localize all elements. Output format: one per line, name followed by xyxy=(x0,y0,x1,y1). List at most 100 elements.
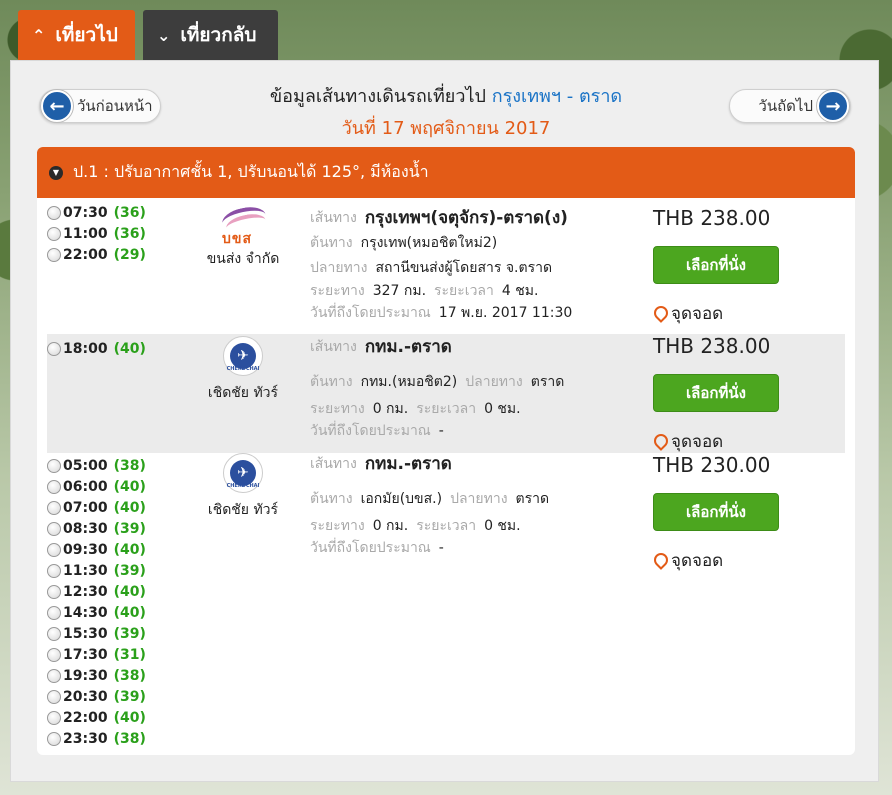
radio-button[interactable] xyxy=(47,247,61,262)
seats-available: (40) xyxy=(113,541,146,558)
seats-available: (38) xyxy=(113,457,146,474)
cherdchai-logo: ✈ CHERDCHAI xyxy=(223,336,263,376)
departure-time: 12:30 xyxy=(63,583,108,600)
radio-button[interactable] xyxy=(47,563,61,578)
destination-label: ปลายทาง xyxy=(310,259,368,276)
arrival-value: - xyxy=(438,423,444,439)
departure-option[interactable]: 22:00 (29) xyxy=(47,244,146,265)
trip-details: เส้นทาง กรุงเทพฯ(จตุจักร)-ตราด(ง) ต้นทาง ก… xyxy=(310,205,580,324)
destination-label: ปลายทาง xyxy=(465,373,523,390)
stop-points-link[interactable]: จุดจอด xyxy=(653,428,823,455)
departure-option[interactable]: 12:30 (40) xyxy=(47,581,146,602)
departure-option[interactable]: 09:30 (40) xyxy=(47,539,146,560)
trip-details: เส้นทาง กทม.-ตราด ต้นทาง เอกมัย(บขส.) ปลายท… xyxy=(310,451,557,559)
route-label: เส้นทาง xyxy=(310,338,357,355)
destination-label: ปลายทาง xyxy=(450,490,508,507)
radio-button[interactable] xyxy=(47,521,61,536)
page-title: ข้อมูลเส้นทางเดินรถเที่ยวไป กรุงเทพฯ - ต… xyxy=(161,81,731,110)
departure-option[interactable]: 15:30 (39) xyxy=(47,623,146,644)
departure-option[interactable]: 14:30 (40) xyxy=(47,602,146,623)
departure-option[interactable]: 05:00 (38) xyxy=(47,455,146,476)
seats-available: (39) xyxy=(113,562,146,579)
radio-button[interactable] xyxy=(47,458,61,473)
departure-option[interactable]: 07:30 (36) xyxy=(47,202,146,223)
origin-label: ต้นทาง xyxy=(310,490,353,507)
tab-outbound[interactable]: ⌃ เที่ยวไป xyxy=(18,10,135,60)
seats-available: (40) xyxy=(113,499,146,516)
distance-label: ระยะทาง xyxy=(310,283,365,299)
departure-option[interactable]: 23:30 (38) xyxy=(47,728,146,749)
title-route: กรุงเทพฯ - ตราด xyxy=(491,86,623,107)
radio-button[interactable] xyxy=(47,226,61,241)
duration-label: ระยะเวลา xyxy=(416,401,477,417)
company-name: เชิดชัย ทัวร์ xyxy=(207,502,279,518)
price-column: THB 238.00 เลือกที่นั่ง จุดจอด xyxy=(653,206,823,327)
bus-company: ✈ CHERDCHAI เชิดชัย ทัวร์ xyxy=(197,336,289,404)
seats-available: (40) xyxy=(113,478,146,495)
duration-value: 0 ชม. xyxy=(484,518,521,534)
departure-times: 18:00 (40) xyxy=(47,338,146,359)
radio-button[interactable] xyxy=(47,710,61,725)
radio-button[interactable] xyxy=(47,626,61,641)
tab-outbound-label: เที่ยวไป xyxy=(55,24,118,46)
select-seat-button[interactable]: เลือกที่นั่ง xyxy=(653,374,779,412)
origin-label: ต้นทาง xyxy=(310,373,353,390)
departure-option[interactable]: 18:00 (40) xyxy=(47,338,146,359)
previous-day-label: วันก่อนหน้า xyxy=(77,97,153,115)
stop-points-label: จุดจอด xyxy=(671,432,724,452)
radio-button[interactable] xyxy=(47,542,61,557)
tab-return-label: เที่ยวกลับ xyxy=(180,24,257,46)
price-column: THB 230.00 เลือกที่นั่ง จุดจอด xyxy=(653,453,823,574)
stop-points-link[interactable]: จุดจอด xyxy=(653,547,823,574)
departure-time: 19:30 xyxy=(63,667,108,684)
select-seat-button[interactable]: เลือกที่นั่ง xyxy=(653,493,779,531)
departure-option[interactable]: 11:00 (36) xyxy=(47,223,146,244)
chevron-up-icon: ⌃ xyxy=(32,25,46,45)
radio-button[interactable] xyxy=(47,500,61,515)
seats-available: (38) xyxy=(113,730,146,747)
radio-button[interactable] xyxy=(47,731,61,746)
previous-day-button[interactable]: ← วันก่อนหน้า xyxy=(39,89,161,123)
radio-button[interactable] xyxy=(47,479,61,494)
departure-option[interactable]: 20:30 (39) xyxy=(47,686,146,707)
duration-label: ระยะเวลา xyxy=(416,518,477,534)
trip-row: 18:00 (40) ✈ CHERDCHAI เชิดชัย ทัวร์ เส้นท… xyxy=(47,334,845,453)
bus-company: ✈ CHERDCHAI เชิดชัย ทัวร์ xyxy=(197,453,289,521)
seats-available: (39) xyxy=(113,625,146,642)
radio-button[interactable] xyxy=(47,668,61,683)
radio-button[interactable] xyxy=(47,584,61,599)
bus-class-header[interactable]: ▼ ป.1 : ปรับอากาศชั้น 1, ปรับนอนได้ 125°… xyxy=(37,147,855,198)
departure-option[interactable]: 07:00 (40) xyxy=(47,497,146,518)
distance-label: ระยะทาง xyxy=(310,518,365,534)
select-seat-button[interactable]: เลือกที่นั่ง xyxy=(653,246,779,284)
route-label: เส้นทาง xyxy=(310,209,357,226)
departure-time: 11:00 xyxy=(63,225,108,242)
radio-button[interactable] xyxy=(47,205,61,220)
departure-time: 22:00 xyxy=(63,246,108,263)
next-day-button[interactable]: วันถัดไป → xyxy=(729,89,851,123)
departure-option[interactable]: 08:30 (39) xyxy=(47,518,146,539)
seats-available: (39) xyxy=(113,688,146,705)
origin-value: เอกมัย(บขส.) xyxy=(360,490,443,507)
arrival-value: 17 พ.ย. 2017 11:30 xyxy=(438,305,573,321)
next-day-label: วันถัดไป xyxy=(758,97,813,115)
radio-button[interactable] xyxy=(47,341,61,356)
departure-time: 14:30 xyxy=(63,604,108,621)
ticket-price: THB 230.00 xyxy=(653,453,771,477)
departure-times: 07:30 (36) 11:00 (36) 22:00 (29) xyxy=(47,202,146,265)
departure-option[interactable]: 11:30 (39) xyxy=(47,560,146,581)
price-column: THB 238.00 เลือกที่นั่ง จุดจอด xyxy=(653,334,823,455)
departure-option[interactable]: 19:30 (38) xyxy=(47,665,146,686)
radio-button[interactable] xyxy=(47,647,61,662)
radio-button[interactable] xyxy=(47,605,61,620)
departure-option[interactable]: 22:00 (40) xyxy=(47,707,146,728)
distance-label: ระยะทาง xyxy=(310,401,365,417)
tab-return[interactable]: ⌄ เที่ยวกลับ xyxy=(143,10,278,60)
destination-value: สถานีขนส่งผู้โดยสาร จ.ตราด xyxy=(375,259,553,276)
radio-button[interactable] xyxy=(47,689,61,704)
stop-points-link[interactable]: จุดจอด xyxy=(653,300,823,327)
departure-option[interactable]: 17:30 (31) xyxy=(47,644,146,665)
departure-time: 11:30 xyxy=(63,562,108,579)
departure-option[interactable]: 06:00 (40) xyxy=(47,476,146,497)
destination-value: ตราด xyxy=(515,490,550,507)
